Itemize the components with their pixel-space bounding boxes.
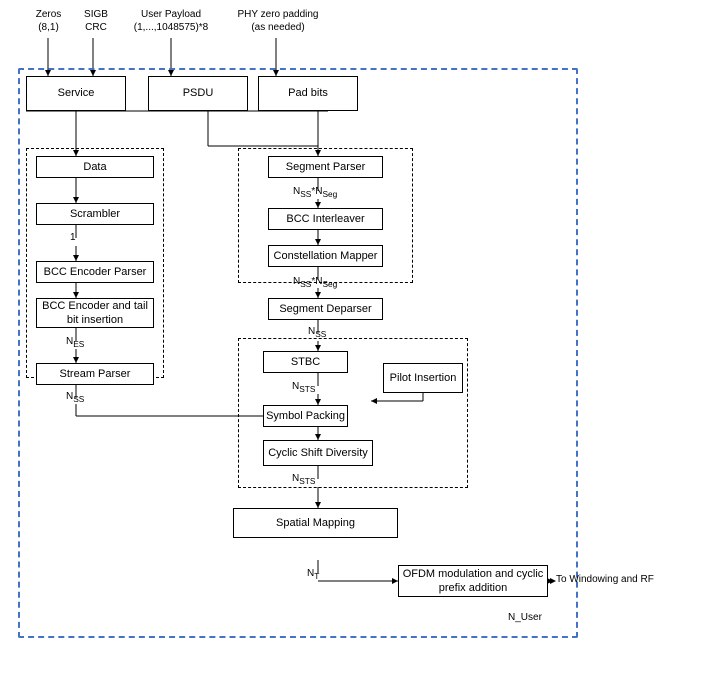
n-ss-label-center: NSS [308, 326, 326, 339]
to-windowing-label: To Windowing and RF [556, 574, 654, 585]
bcc-encoder-tail-box: BCC Encoder and tail bit insertion [36, 298, 154, 328]
user-payload-label: User Payload (1,...,1048575)*8 [126, 8, 216, 34]
symbol-packing-box: Symbol Packing [263, 405, 348, 427]
label-1: 1 [70, 232, 76, 243]
n-sts-label-top: NSTS [292, 381, 315, 394]
ofdm-modulation-box: OFDM modulation and cyclic prefix additi… [398, 565, 548, 597]
pilot-insertion-box: Pilot Insertion [383, 363, 463, 393]
n-user-label: N_User [508, 612, 542, 623]
segment-deparser-box: Segment Deparser [268, 298, 383, 320]
cyclic-shift-diversity-box: Cyclic Shift Diversity [263, 440, 373, 466]
constellation-mapper-box: Constellation Mapper [268, 245, 383, 267]
n-t-label: NT [307, 568, 319, 581]
stream-parser-box: Stream Parser [36, 363, 154, 385]
n-ss-label-left: NSS [66, 391, 84, 404]
n-sts-label-bottom: NSTS [292, 473, 315, 486]
segment-parser-box: Segment Parser [268, 156, 383, 178]
stbc-box: STBC [263, 351, 348, 373]
n-ss-n-seg-2: NSS*NSeg [293, 276, 337, 289]
zeros-label: Zeros (8,1) [26, 8, 71, 34]
n-es-label: NES [66, 336, 84, 349]
diagram: Zeros (8,1) SIGB CRC User Payload (1,...… [8, 8, 708, 668]
bcc-interleaver-box: BCC Interleaver [268, 208, 383, 230]
phy-zero-padding-label: PHY zero padding (as needed) [233, 8, 323, 34]
scrambler-box: Scrambler [36, 203, 154, 225]
bcc-encoder-parser-box: BCC Encoder Parser [36, 261, 154, 283]
data-box: Data [36, 156, 154, 178]
spatial-mapping-box: Spatial Mapping [233, 508, 398, 538]
sigb-crc-label: SIGB CRC [76, 8, 116, 34]
n-ss-n-seg-1: NSS*NSeg [293, 186, 337, 199]
